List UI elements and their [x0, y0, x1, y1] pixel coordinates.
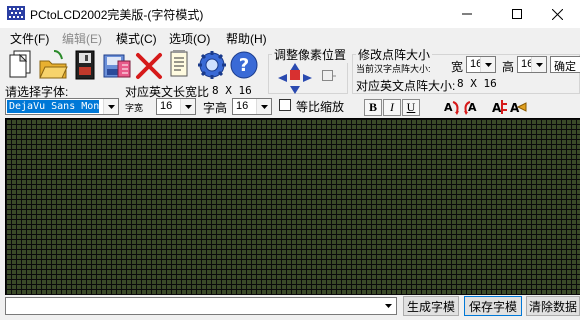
save-disk-icon: [75, 50, 95, 80]
italic-label: I: [390, 100, 394, 114]
char-width-value: 16: [160, 100, 173, 112]
char-height-value: 16: [236, 100, 249, 112]
chevron-down-icon: [256, 99, 271, 114]
proportional-label: 等比缩放: [296, 100, 345, 114]
bold-label: B: [368, 100, 377, 114]
close-button[interactable]: [534, 0, 580, 28]
proportional-checkbox[interactable]: [279, 99, 291, 111]
save-font-button[interactable]: 保存字模: [464, 296, 522, 316]
rotate-icon: A: [464, 101, 477, 115]
chevron-down-icon: [531, 57, 546, 72]
svg-text:A: A: [444, 101, 453, 114]
menu-mode[interactable]: 模式(C): [116, 30, 157, 47]
underline-button[interactable]: U: [402, 99, 420, 116]
notepad-icon: [170, 50, 188, 77]
move-right-button[interactable]: [303, 71, 312, 82]
svg-text:?: ?: [239, 55, 249, 76]
open-button[interactable]: [38, 47, 68, 83]
italic-button[interactable]: I: [383, 99, 401, 116]
new-document-button[interactable]: [5, 47, 35, 83]
minimize-icon: [462, 13, 472, 15]
help-question-icon: ?: [230, 51, 258, 79]
move-up-button[interactable]: [290, 60, 300, 71]
chevron-down-icon: [380, 298, 396, 314]
flip-vertical-button[interactable]: A: [490, 98, 508, 116]
flip-button[interactable]: [322, 70, 336, 82]
height-select[interactable]: 16: [517, 56, 547, 73]
chevron-down-icon: [103, 99, 118, 114]
pixel-grid[interactable]: [5, 118, 580, 295]
menu-options[interactable]: 选项(O): [169, 30, 210, 47]
minimize-button[interactable]: [444, 0, 490, 28]
en-ratio-value: 8 X 16: [212, 84, 252, 97]
chevron-down-icon: [180, 99, 195, 114]
close-icon: [551, 8, 563, 20]
menu-file[interactable]: 文件(F): [10, 30, 49, 47]
delete-x-icon: [136, 53, 162, 79]
settings-gear-icon: [198, 51, 226, 79]
open-folder-icon: [39, 50, 68, 79]
clear-button[interactable]: 清除数据: [526, 296, 580, 316]
menu-bar: 文件(F) 编辑(E) 模式(C) 选项(O) 帮助(H): [0, 28, 580, 46]
app-icon: [7, 6, 25, 20]
bold-button[interactable]: B: [364, 99, 382, 116]
rotate-icon: A: [444, 101, 459, 115]
underline-label: U: [406, 100, 416, 114]
height-label: 高: [502, 60, 515, 74]
confirm-size-label: 确定: [554, 61, 576, 73]
width-select[interactable]: 16: [466, 56, 496, 73]
move-down-button[interactable]: [290, 83, 300, 94]
settings-button[interactable]: [197, 47, 227, 83]
font-value: DejaVu Sans Mono: [7, 100, 99, 113]
svg-text:A: A: [492, 101, 502, 115]
move-left-button[interactable]: [278, 71, 287, 82]
new-document-icon: [9, 50, 31, 78]
chevron-down-icon: [480, 57, 495, 72]
rotate-right-button[interactable]: A: [462, 98, 480, 116]
arrow-left-icon: [278, 74, 287, 82]
arrow-right-icon: [303, 74, 312, 82]
flip-icon: A: [492, 100, 507, 115]
font-select[interactable]: DejaVu Sans Mono: [5, 98, 119, 115]
menu-help[interactable]: 帮助(H): [226, 30, 267, 47]
pixel-adjust-title: 调整像素位置: [272, 46, 349, 63]
size-group-title: 修改点阵大小: [356, 46, 433, 63]
svg-text:A: A: [510, 101, 520, 115]
save-button[interactable]: [70, 47, 100, 83]
en-size-value: 8 X 16: [457, 77, 497, 90]
arrow-down-icon: [290, 86, 300, 94]
text-input[interactable]: [5, 297, 397, 315]
menu-edit[interactable]: 编辑(E): [62, 30, 102, 47]
shift-icon: [322, 70, 336, 81]
clear-label: 清除数据: [528, 299, 577, 314]
char-width-select[interactable]: 16: [156, 98, 196, 115]
generate-button[interactable]: 生成字模: [403, 296, 459, 316]
delete-button[interactable]: [134, 47, 164, 83]
mirror-icon: A: [510, 101, 527, 115]
title-bar: PCtoLCD2002完美版-(字符模式): [0, 0, 580, 28]
generate-label: 生成字模: [406, 299, 455, 314]
center-button[interactable]: [290, 70, 300, 80]
save-font-label: 保存字模: [468, 299, 517, 314]
notepad-button[interactable]: [164, 47, 194, 83]
char-width-label: 字宽: [125, 103, 144, 113]
save-as-button[interactable]: [100, 47, 131, 83]
rotate-left-button[interactable]: A: [443, 98, 461, 116]
maximize-icon: [512, 9, 522, 19]
flip-horizontal-button[interactable]: A: [509, 98, 527, 116]
width-label: 宽: [451, 60, 464, 74]
current-size-label: 当前汉字点阵大小:: [356, 64, 431, 74]
window-title: PCtoLCD2002完美版-(字符模式): [30, 8, 204, 22]
help-button[interactable]: ?: [228, 47, 258, 83]
char-height-label: 字高: [203, 101, 228, 115]
en-size-label: 对应英文点阵大小:: [356, 79, 456, 93]
char-height-select[interactable]: 16: [232, 98, 272, 115]
confirm-size-button[interactable]: 确定: [550, 56, 580, 73]
save-as-icon: [103, 54, 131, 78]
